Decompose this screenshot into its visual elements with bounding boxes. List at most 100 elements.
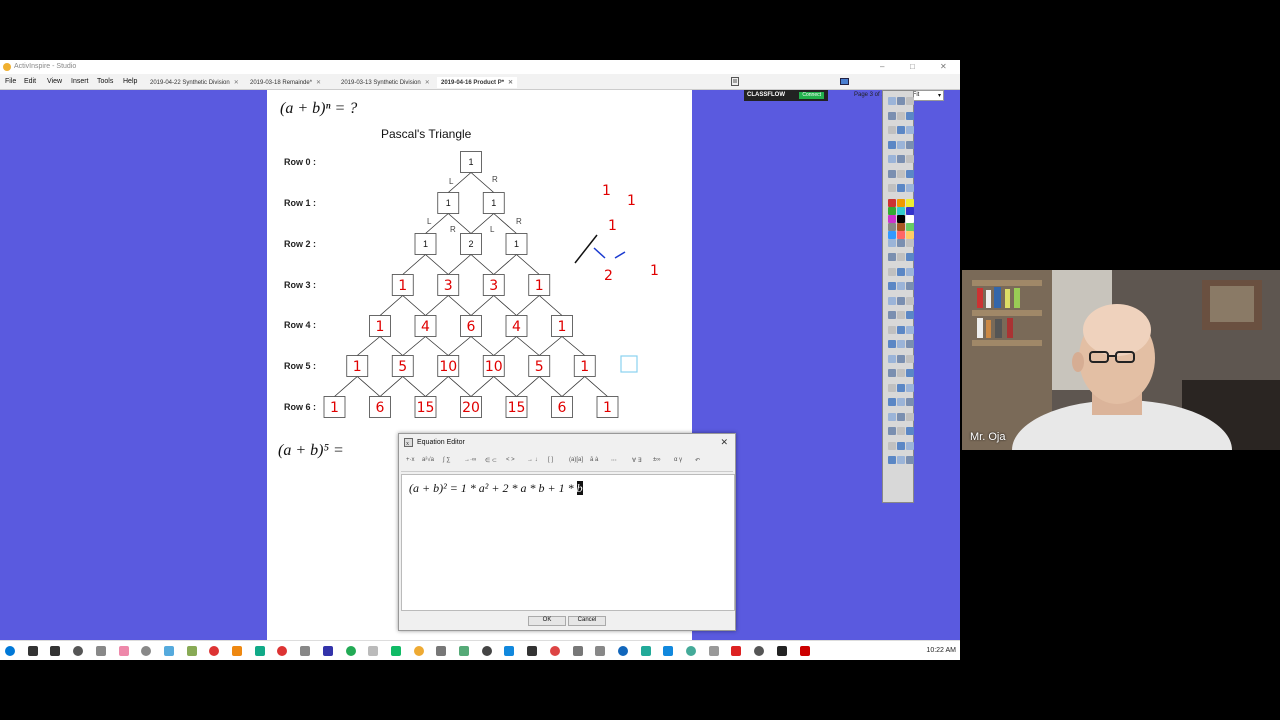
- tool-button-icon[interactable]: [906, 354, 914, 363]
- tool-button-icon[interactable]: [888, 441, 896, 450]
- tool-button-icon[interactable]: [897, 383, 905, 392]
- equation-template-button[interactable]: ā ȧ: [589, 455, 599, 467]
- menu-help[interactable]: Help: [123, 78, 137, 85]
- taskbar-app-icon[interactable]: [118, 646, 129, 656]
- close-tab-icon[interactable]: ✕: [425, 80, 430, 86]
- dashboard-icon[interactable]: [731, 77, 739, 86]
- tool-button-icon[interactable]: [897, 441, 905, 450]
- cancel-button[interactable]: Cancel: [568, 616, 606, 626]
- taskbar-app-icon[interactable]: [186, 646, 197, 656]
- color-swatch[interactable]: [897, 206, 905, 215]
- tool-button-icon[interactable]: [897, 253, 905, 261]
- tool-button-icon[interactable]: [906, 340, 914, 348]
- taskbar-app-icon[interactable]: [413, 646, 424, 656]
- menu-insert[interactable]: Insert: [71, 78, 89, 85]
- tool-button-icon[interactable]: [906, 398, 914, 406]
- color-swatch[interactable]: [906, 222, 914, 231]
- tool-button-icon[interactable]: [888, 398, 896, 406]
- tool-button-icon[interactable]: [897, 296, 905, 305]
- tool-button-icon[interactable]: [888, 184, 896, 192]
- taskbar-app-icon[interactable]: [549, 646, 560, 656]
- taskbar-app-icon[interactable]: [527, 646, 538, 656]
- color-swatch[interactable]: [897, 222, 905, 231]
- tool-button-icon[interactable]: [888, 427, 896, 435]
- tool-button-icon[interactable]: [897, 267, 905, 276]
- equation-template-button[interactable]: [ ]: [547, 455, 554, 467]
- tool-button-icon[interactable]: [897, 354, 905, 363]
- tool-button-icon[interactable]: [906, 126, 914, 134]
- tool-button-icon[interactable]: [906, 456, 914, 464]
- maximize-button[interactable]: □: [910, 62, 915, 71]
- color-swatch[interactable]: [888, 198, 896, 207]
- menu-edit[interactable]: Edit: [24, 78, 36, 85]
- menu-file[interactable]: File: [5, 78, 16, 85]
- undo-icon[interactable]: ↶: [694, 455, 701, 467]
- equation-template-button[interactable]: ∈ ⊂: [484, 455, 498, 467]
- equation-template-button[interactable]: → ↓: [526, 455, 539, 467]
- tool-button-icon[interactable]: [888, 140, 896, 149]
- color-swatch[interactable]: [906, 230, 914, 239]
- taskbar-app-icon[interactable]: [95, 646, 106, 656]
- taskbar-app-icon[interactable]: [368, 646, 379, 656]
- tool-button-icon[interactable]: [897, 111, 905, 120]
- doc-tab-active[interactable]: 2019-04-16 Product P* ✕: [437, 77, 518, 88]
- tool-button-icon[interactable]: [888, 369, 896, 377]
- tool-button-icon[interactable]: [906, 267, 914, 276]
- color-swatch[interactable]: [888, 214, 896, 223]
- taskbar-app-icon[interactable]: [799, 646, 810, 656]
- tool-button-icon[interactable]: [888, 238, 896, 247]
- tool-button-icon[interactable]: [897, 427, 905, 435]
- tool-button-icon[interactable]: [906, 441, 914, 450]
- tool-button-icon[interactable]: [906, 427, 914, 435]
- taskbar-app-icon[interactable]: [300, 646, 311, 656]
- tool-button-icon[interactable]: [888, 311, 896, 319]
- tool-button-icon[interactable]: [897, 184, 905, 192]
- selection-handle[interactable]: [620, 355, 638, 373]
- equation-template-button[interactable]: +·x: [405, 455, 416, 467]
- tool-button-icon[interactable]: [906, 111, 914, 120]
- tool-button-icon[interactable]: [888, 253, 896, 261]
- taskbar-app-icon[interactable]: [322, 646, 333, 656]
- tool-button-icon[interactable]: [888, 169, 896, 178]
- tool-button-icon[interactable]: [888, 97, 896, 105]
- taskbar-app-icon[interactable]: [617, 646, 628, 656]
- tool-button-icon[interactable]: [897, 456, 905, 464]
- equation-template-button[interactable]: a²√a: [421, 455, 435, 467]
- minimize-button[interactable]: –: [880, 62, 884, 71]
- taskbar-app-icon[interactable]: [209, 646, 220, 656]
- close-tab-icon[interactable]: ✕: [508, 80, 513, 86]
- tool-button-icon[interactable]: [897, 311, 905, 319]
- tool-button-icon[interactable]: [888, 354, 896, 363]
- tool-button-icon[interactable]: [897, 412, 905, 421]
- taskbar-app-icon[interactable]: [459, 646, 469, 656]
- tool-button-icon[interactable]: [897, 126, 905, 134]
- tool-button-icon[interactable]: [888, 383, 896, 392]
- equation-template-button[interactable]: ⋅⋅⋅: [610, 455, 618, 467]
- tool-button-icon[interactable]: [906, 140, 914, 149]
- page-browser-icon[interactable]: [840, 78, 849, 85]
- color-swatch[interactable]: [897, 214, 905, 223]
- tool-button-icon[interactable]: [897, 238, 905, 247]
- taskbar-app-icon[interactable]: [572, 646, 583, 656]
- tool-button-icon[interactable]: [906, 383, 914, 392]
- search-icon[interactable]: [27, 646, 38, 656]
- tool-button-icon[interactable]: [888, 267, 896, 276]
- taskbar-app-icon[interactable]: [345, 646, 356, 656]
- taskbar-app-icon[interactable]: [436, 646, 447, 656]
- tool-button-icon[interactable]: [888, 111, 896, 120]
- taskbar-app-icon[interactable]: [640, 646, 651, 656]
- tool-button-icon[interactable]: [906, 238, 914, 247]
- ok-button[interactable]: OK: [528, 616, 566, 626]
- tool-button-icon[interactable]: [888, 155, 896, 163]
- color-swatch[interactable]: [888, 206, 896, 215]
- dialog-close-icon[interactable]: ✕: [720, 437, 728, 448]
- tool-button-icon[interactable]: [906, 184, 914, 192]
- tool-button-icon[interactable]: [897, 369, 905, 377]
- tool-button-icon[interactable]: [906, 311, 914, 319]
- equation-template-button[interactable]: →·∞: [463, 455, 477, 467]
- doc-tab[interactable]: 2019-03-13 Synthetic Division ✕: [337, 77, 434, 88]
- color-swatch[interactable]: [888, 222, 896, 231]
- tool-button-icon[interactable]: [897, 398, 905, 406]
- tool-button-icon[interactable]: [897, 340, 905, 348]
- color-swatch[interactable]: [906, 198, 914, 207]
